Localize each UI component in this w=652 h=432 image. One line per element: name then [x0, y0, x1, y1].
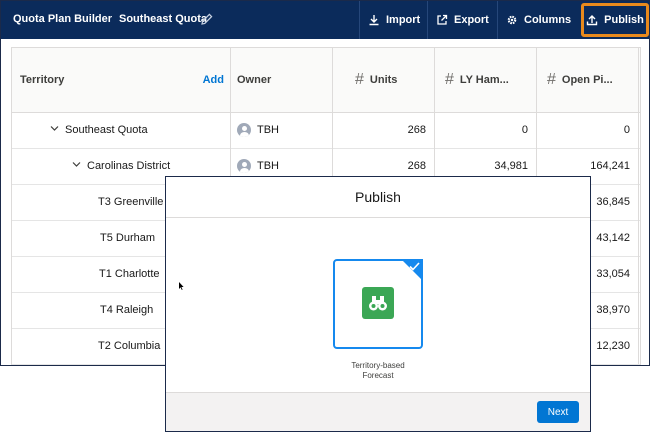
territory-forecast-option[interactable]	[333, 259, 423, 349]
column-header-owner[interactable]: Owner	[231, 48, 333, 112]
plan-name[interactable]: Southeast Quota	[119, 13, 207, 25]
owner-cell: TBH	[231, 112, 333, 148]
owner-name[interactable]: TBH	[257, 124, 279, 136]
option-label: Territory-based Forecast	[313, 361, 443, 381]
owner-header-label: Owner	[237, 74, 272, 86]
number-icon: #	[445, 71, 454, 88]
units-cell[interactable]: 268	[333, 112, 435, 148]
import-label: Import	[386, 14, 421, 26]
chevron-down-icon[interactable]	[50, 124, 59, 136]
column-header-ly-ham[interactable]: # LY Ham...	[435, 48, 537, 112]
number-icon: #	[355, 71, 364, 88]
export-icon	[436, 14, 448, 26]
binoculars-icon	[362, 287, 394, 319]
modal-title: Publish	[166, 177, 590, 218]
territory-name: Southeast Quota	[65, 124, 148, 136]
export-button[interactable]: Export	[427, 1, 497, 39]
avatar-icon	[237, 123, 251, 137]
option-label-line2: Forecast	[362, 371, 394, 380]
open-pi-header-label: Open Pi...	[561, 74, 613, 86]
open-pi-cell[interactable]: 0	[537, 112, 639, 148]
upload-icon	[586, 14, 598, 26]
ly-ham-header-label: LY Ham...	[459, 74, 509, 86]
export-label: Export	[454, 14, 489, 26]
modal-footer: Next	[166, 392, 590, 431]
territory-cell: Southeast Quota	[12, 112, 231, 148]
territory-header-label: Territory	[20, 74, 65, 86]
avatar-icon	[237, 159, 251, 173]
publish-modal: Publish Territory-based Forecast Next	[165, 176, 591, 432]
import-button[interactable]: Import	[359, 1, 427, 39]
owner-name[interactable]: TBH	[257, 160, 279, 172]
columns-button[interactable]: Columns	[497, 1, 579, 39]
option-label-line1: Territory-based	[351, 361, 405, 370]
ly-ham-cell[interactable]: 0	[435, 112, 537, 148]
check-icon	[409, 262, 420, 274]
next-button[interactable]: Next	[537, 401, 579, 423]
column-header-units[interactable]: # Units	[333, 48, 435, 112]
table-row[interactable]: Southeast Quota TBH 268 0 0	[12, 112, 640, 149]
add-territory-link[interactable]: Add	[203, 74, 224, 86]
publish-button[interactable]: Publish	[581, 3, 649, 37]
column-header-territory[interactable]: Territory Add	[12, 48, 231, 112]
chevron-down-icon[interactable]	[72, 160, 81, 172]
columns-label: Columns	[524, 14, 572, 26]
units-header-label: Units	[369, 74, 398, 86]
column-header-open-pi[interactable]: # Open Pi...	[537, 48, 639, 112]
mouse-cursor-icon	[179, 281, 184, 293]
pencil-icon[interactable]	[201, 13, 213, 28]
territory-name: Carolinas District	[87, 160, 171, 172]
download-icon	[368, 14, 380, 26]
top-bar: Quota Plan Builder Southeast Quota Impor…	[1, 1, 649, 39]
app-title: Quota Plan Builder	[13, 13, 113, 25]
gear-icon	[506, 14, 518, 26]
grid-header: Territory Add Owner # Units # LY Ham... …	[12, 48, 640, 113]
number-icon: #	[547, 71, 556, 88]
publish-label: Publish	[604, 14, 644, 26]
